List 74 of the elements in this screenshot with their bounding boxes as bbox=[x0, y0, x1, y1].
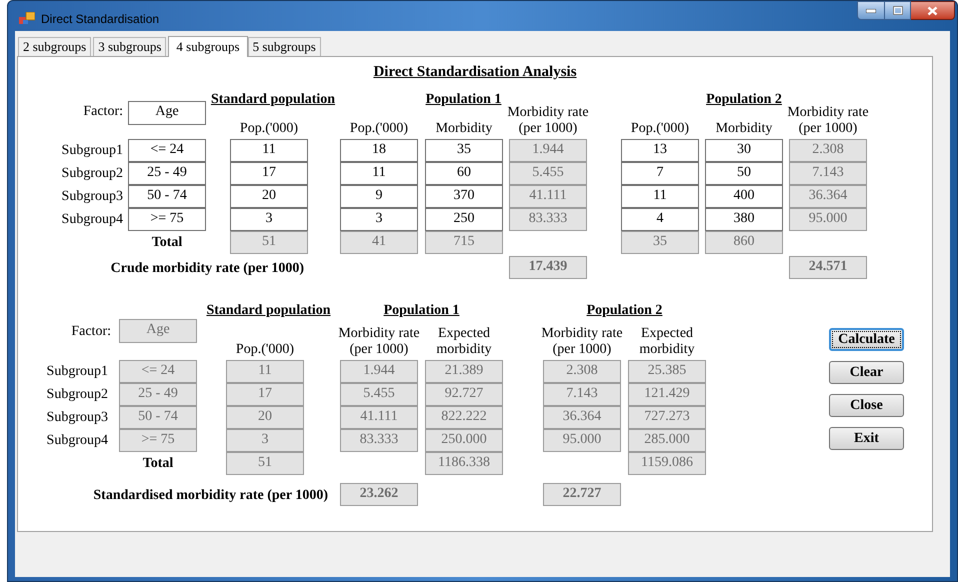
tab[interactable]: 3 subgroups bbox=[93, 37, 166, 56]
column-header: Pop.('000) bbox=[238, 121, 300, 138]
group-heading: Standard population bbox=[206, 302, 331, 319]
group-heading: Standard population bbox=[210, 91, 336, 108]
window-title: Direct Standardisation bbox=[41, 12, 160, 26]
row-label: Subgroup4 bbox=[62, 211, 123, 228]
column-header: Morbidity bbox=[434, 121, 494, 138]
tab[interactable]: 2 subgroups bbox=[18, 37, 92, 56]
row-label: Subgroup3 bbox=[46, 409, 109, 426]
row-label: Subgroup1 bbox=[62, 142, 123, 159]
text-field[interactable]: 250 bbox=[425, 208, 503, 231]
text-field[interactable]: 3 bbox=[340, 208, 418, 231]
row-label: Subgroup2 bbox=[46, 386, 109, 403]
text-field[interactable]: 35 bbox=[425, 139, 503, 162]
column-header: Morbidity rate (per 1000) bbox=[337, 326, 421, 359]
factor-label: Factor: bbox=[71, 322, 112, 340]
text-field[interactable]: 11 bbox=[230, 139, 308, 162]
text-field[interactable]: 9 bbox=[340, 185, 418, 208]
row-label: Subgroup4 bbox=[46, 432, 109, 449]
push-button[interactable]: Exit bbox=[829, 427, 904, 450]
row-label: Subgroup1 bbox=[46, 363, 109, 380]
text-field[interactable]: Age bbox=[128, 101, 206, 125]
text-field[interactable]: >= 75 bbox=[128, 208, 206, 231]
text-field[interactable]: 3 bbox=[230, 208, 308, 231]
close-button[interactable] bbox=[911, 1, 955, 20]
push-button[interactable]: Calculate bbox=[829, 328, 904, 351]
text-field[interactable]: 20 bbox=[230, 185, 308, 208]
column-header: Morbidity rate (per 1000) bbox=[540, 326, 624, 359]
text-field[interactable]: 13 bbox=[621, 139, 699, 162]
column-header: Pop.('000) bbox=[630, 121, 690, 138]
column-header: Morbidity rate (per 1000) bbox=[786, 105, 870, 138]
column-header: Morbidity rate (per 1000) bbox=[506, 105, 590, 138]
column-header: Pop.('000) bbox=[234, 342, 296, 359]
text-field[interactable]: 370 bbox=[425, 185, 503, 208]
text-field[interactable]: 17 bbox=[230, 162, 308, 185]
text-field[interactable]: 50 bbox=[705, 162, 783, 185]
column-header: Pop.('000) bbox=[348, 121, 410, 138]
summary-label: Crude morbidity rate (per 1000) bbox=[110, 260, 305, 278]
total-label: Total bbox=[152, 234, 182, 251]
text-field[interactable]: 30 bbox=[705, 139, 783, 162]
text-field[interactable]: 400 bbox=[705, 185, 783, 208]
close-icon bbox=[927, 6, 938, 16]
text-field[interactable]: 4 bbox=[621, 208, 699, 231]
text-field[interactable]: 11 bbox=[621, 185, 699, 208]
group-heading: Population 2 bbox=[706, 91, 782, 108]
push-button[interactable]: Clear bbox=[829, 361, 904, 384]
restore-icon bbox=[892, 6, 902, 15]
text-field[interactable]: 11 bbox=[340, 162, 418, 185]
group-heading: Population 2 bbox=[586, 302, 662, 319]
group-heading: Population 1 bbox=[426, 91, 502, 108]
tab[interactable]: 4 subgroups bbox=[168, 36, 248, 57]
text-field[interactable]: 380 bbox=[705, 208, 783, 231]
column-header: Morbidity bbox=[714, 121, 774, 138]
analysis-title: Direct Standardisation Analysis bbox=[373, 63, 577, 82]
app-icon bbox=[19, 12, 35, 24]
text-field[interactable]: <= 24 bbox=[128, 139, 206, 162]
minimize-button[interactable] bbox=[857, 1, 885, 20]
text-field[interactable]: 18 bbox=[340, 139, 418, 162]
total-label: Total bbox=[142, 455, 174, 472]
maximize-button[interactable] bbox=[885, 1, 911, 20]
push-button[interactable]: Close bbox=[829, 394, 904, 417]
factor-label: Factor: bbox=[83, 103, 123, 120]
text-field[interactable]: 7 bbox=[621, 162, 699, 185]
text-field[interactable]: 25 - 49 bbox=[128, 162, 206, 185]
group-heading: Population 1 bbox=[384, 302, 460, 319]
column-header: Expected morbidity bbox=[638, 326, 696, 359]
minimize-icon bbox=[866, 8, 876, 12]
summary-label: Standardised morbidity rate (per 1000) bbox=[93, 487, 329, 505]
row-label: Subgroup2 bbox=[62, 165, 123, 182]
row-label: Subgroup3 bbox=[62, 188, 123, 205]
text-field[interactable]: 60 bbox=[425, 162, 503, 185]
tab[interactable]: 5 subgroups bbox=[248, 37, 321, 56]
text-field[interactable]: 50 - 74 bbox=[128, 185, 206, 208]
column-header: Expected morbidity bbox=[435, 326, 493, 359]
